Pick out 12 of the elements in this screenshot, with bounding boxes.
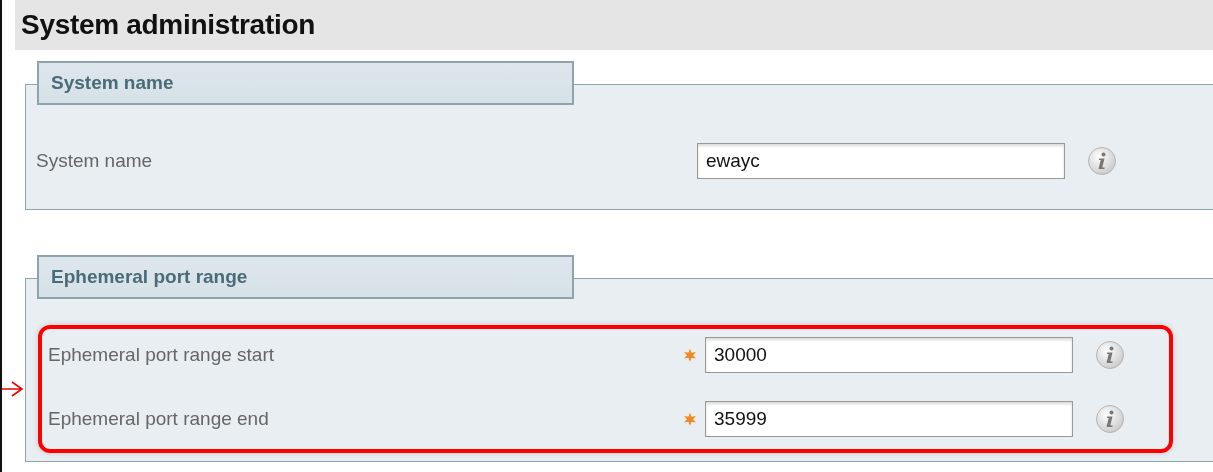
info-icon[interactable] xyxy=(1095,340,1125,370)
text-field[interactable]: ewayc xyxy=(697,143,1065,179)
info-icon[interactable] xyxy=(1095,404,1125,434)
field-label: Ephemeral port range start xyxy=(48,344,275,366)
field-label: System name xyxy=(36,150,154,172)
page-title: System administration xyxy=(21,9,315,41)
text-field[interactable]: 30000 xyxy=(705,337,1073,373)
section-header: System name xyxy=(37,61,574,105)
text-field[interactable]: 35999 xyxy=(705,401,1073,437)
section-header: Ephemeral port range xyxy=(37,255,574,299)
info-icon[interactable] xyxy=(1087,146,1117,176)
field-label: Ephemeral port range end xyxy=(48,408,270,430)
